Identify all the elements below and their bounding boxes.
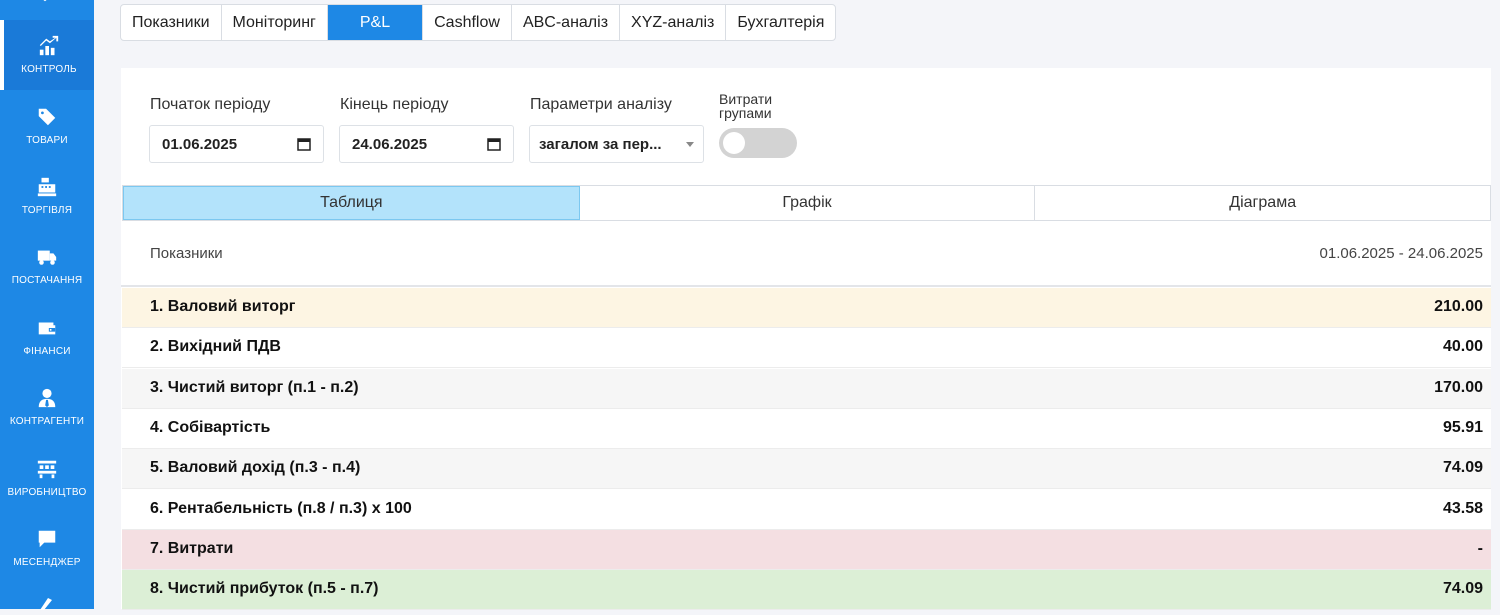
sidebar-item-production[interactable]: Виробництво: [0, 443, 94, 513]
table-row: 6. Рентабельність (п.8 / п.3) x 100 43.58: [122, 489, 1491, 530]
sidebar-item-supply[interactable]: Постачання: [0, 231, 94, 301]
tab-graph[interactable]: Графік: [580, 186, 1036, 220]
tab-indicators[interactable]: Показники: [121, 5, 222, 40]
end-period-label: Кінець періоду: [340, 96, 449, 113]
table-header: Показники 01.06.2025 - 24.06.2025: [121, 221, 1491, 287]
cash-register-icon: [37, 177, 57, 197]
header-period: 01.06.2025 - 24.06.2025: [1319, 245, 1483, 262]
start-date-input[interactable]: 01.06.2025: [149, 125, 324, 163]
row-label: 6. Рентабельність (п.8 / п.3) x 100: [150, 499, 412, 517]
row-value: 40.00: [1442, 338, 1483, 356]
sidebar-item-goods[interactable]: Товари: [0, 91, 94, 161]
tools-icon: [36, 596, 58, 610]
analysis-params-select[interactable]: загалом за пер...: [529, 125, 704, 163]
start-period-label: Початок періоду: [150, 96, 271, 113]
calendar-icon[interactable]: [487, 137, 501, 151]
sidebar-item-messenger[interactable]: Месенджер: [0, 513, 94, 583]
toggle-label-line1: Витрати: [719, 91, 773, 107]
sidebar-item-label: Контроль: [21, 64, 77, 75]
tags-icon: [38, 108, 56, 126]
sidebar: Контроль Товари Торгівля Постачання Фіна…: [0, 0, 94, 610]
table-row: 8. Чистий прибуток (п.5 - п.7) 74.09: [122, 570, 1491, 611]
row-value: 170.00: [1434, 378, 1483, 396]
toggle-label-line2: групами: [719, 105, 772, 121]
sidebar-item-control[interactable]: Контроль: [0, 20, 94, 90]
table-row: 2. Вихідний ПДВ 40.00: [122, 328, 1491, 369]
wallet-icon: [38, 322, 56, 335]
end-date-value: 24.06.2025: [352, 135, 428, 153]
sidebar-item-trade[interactable]: Торгівля: [0, 161, 94, 231]
row-value: 43.58: [1442, 499, 1483, 517]
tab-pnl[interactable]: P&L: [327, 5, 424, 40]
row-label: 3. Чистий виторг (п.1 - п.2): [150, 378, 359, 396]
expenses-by-groups-label: Витрати групами: [719, 92, 772, 120]
user-tie-icon: [38, 388, 56, 408]
table-row: 5. Валовий дохід (п.3 - п.4) 74.09: [122, 449, 1491, 490]
pnl-panel: Початок періоду 01.06.2025 Кінець період…: [121, 68, 1491, 611]
row-label: 4. Собівартість: [150, 418, 271, 436]
table-row: 1. Валовий виторг 210.00: [122, 288, 1491, 328]
tab-abc-analysis[interactable]: ABC-аналіз: [512, 5, 621, 40]
analysis-params-value: загалом за пер...: [539, 135, 662, 153]
tab-diagram[interactable]: Діаграма: [1035, 186, 1490, 220]
chat-icon: [38, 530, 56, 548]
table-row: 7. Витрати -: [122, 529, 1491, 570]
table-row: 4. Собівартість 95.91: [122, 408, 1491, 449]
tab-cashflow[interactable]: Cashflow: [423, 5, 512, 40]
row-label: 7. Витрати: [150, 539, 234, 557]
row-value: 95.91: [1442, 418, 1483, 436]
report-tabs: Показники Моніторинг P&L Cashflow ABC-ан…: [120, 4, 837, 41]
truck-icon: [37, 250, 57, 265]
chart-growth-icon: [39, 35, 59, 56]
sidebar-item-label: Товари: [26, 135, 68, 146]
tab-accounting[interactable]: Бухгалтерія: [726, 5, 835, 40]
row-value: 210.00: [1434, 298, 1483, 315]
factory-icon: [37, 460, 57, 479]
sidebar-item-finance[interactable]: Фінанси: [0, 302, 94, 372]
tab-xyz-analysis[interactable]: XYZ-аналіз: [620, 5, 727, 40]
sidebar-item-counterparties[interactable]: Контрагенти: [0, 372, 94, 442]
sidebar-item-label: Виробництво: [7, 487, 87, 498]
sidebar-item-label: Контрагенти: [9, 416, 85, 427]
expenses-by-groups-toggle[interactable]: [719, 128, 797, 158]
tab-monitoring[interactable]: Моніторинг: [222, 5, 328, 40]
chevron-icon: [30, 0, 60, 4]
analysis-params-label: Параметри аналізу: [530, 96, 672, 113]
end-date-input[interactable]: 24.06.2025: [339, 125, 514, 163]
row-label: 8. Чистий прибуток (п.5 - п.7): [150, 580, 379, 598]
toggle-knob: [723, 132, 745, 154]
start-date-value: 01.06.2025: [162, 135, 238, 153]
row-label: 1. Валовий виторг: [150, 298, 296, 315]
calendar-icon[interactable]: [297, 137, 311, 151]
header-indicators: Показники: [150, 245, 223, 262]
row-label: 5. Валовий дохід (п.3 - п.4): [150, 459, 361, 477]
sidebar-item-label: Постачання: [11, 275, 83, 286]
row-value: 74.09: [1442, 580, 1483, 598]
sidebar-item-label: Фінанси: [23, 346, 71, 357]
sidebar-item-label: Торгівля: [21, 205, 73, 216]
row-value: 74.09: [1442, 459, 1483, 477]
view-tabs: Таблиця Графік Діаграма: [122, 185, 1491, 221]
tab-table[interactable]: Таблиця: [123, 186, 580, 220]
table-row: 3. Чистий виторг (п.1 - п.2) 170.00: [122, 368, 1491, 409]
row-label: 2. Вихідний ПДВ: [150, 338, 281, 356]
dropdown-arrow-icon: [686, 142, 694, 147]
row-value: -: [1477, 539, 1483, 557]
sidebar-item-label: Месенджер: [13, 557, 81, 568]
